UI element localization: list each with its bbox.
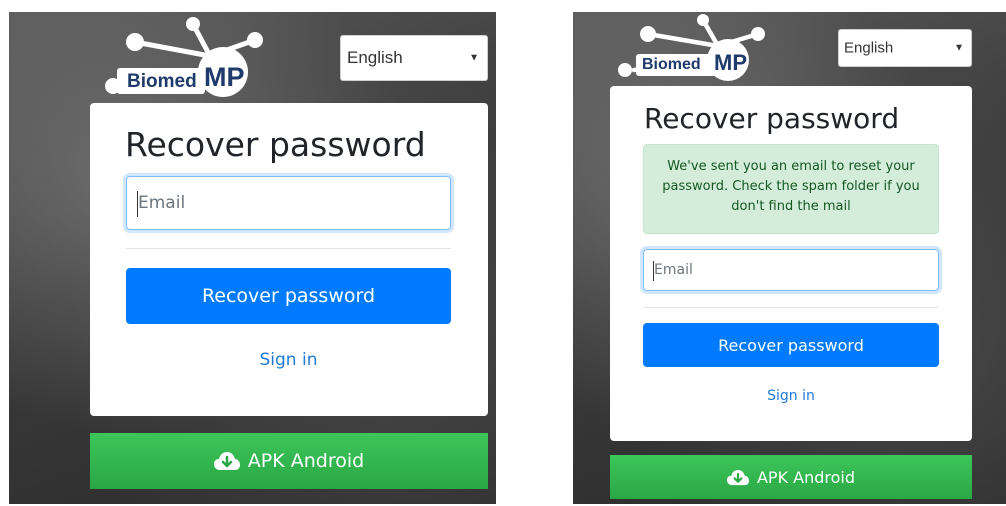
apk-android-button[interactable]: APK Android xyxy=(90,433,488,489)
email-field[interactable] xyxy=(643,249,939,291)
biomed-mp-logo: Biomed MP xyxy=(618,14,768,84)
language-select[interactable]: English ▼ xyxy=(838,29,972,67)
sign-in-link[interactable]: Sign in xyxy=(643,388,939,404)
logo-text-mp: MP xyxy=(714,50,747,75)
cloud-download-icon xyxy=(726,469,749,485)
login-screen-email-sent: Biomed MP English ▼ Recover password We'… xyxy=(573,12,1006,504)
divider xyxy=(643,307,939,308)
divider xyxy=(126,248,451,249)
text-cursor xyxy=(653,261,654,281)
recover-password-card: Recover password We've sent you an email… xyxy=(610,86,972,441)
language-select-value: English xyxy=(844,39,894,57)
sign-in-link[interactable]: Sign in xyxy=(126,350,451,370)
email-input[interactable] xyxy=(127,177,450,229)
recover-password-button[interactable]: Recover password xyxy=(643,323,939,367)
logo-text-biomed: Biomed xyxy=(127,71,197,92)
language-select-value: English xyxy=(347,48,403,67)
email-sent-alert: We've sent you an email to reset your pa… xyxy=(643,144,939,234)
email-input[interactable] xyxy=(644,250,938,290)
recover-password-card: Recover password Recover password Sign i… xyxy=(90,103,488,416)
logo-text-mp: MP xyxy=(204,62,245,92)
caret-down-icon: ▼ xyxy=(469,52,479,64)
page-title: Recover password xyxy=(644,102,900,135)
text-cursor xyxy=(137,191,138,217)
biomed-mp-logo: Biomed MP xyxy=(105,16,265,102)
email-field[interactable] xyxy=(126,176,451,230)
cloud-download-icon xyxy=(213,452,240,470)
page-title: Recover password xyxy=(125,125,426,164)
apk-android-button[interactable]: APK Android xyxy=(610,455,972,499)
apk-android-label: APK Android xyxy=(756,467,856,487)
recover-password-button[interactable]: Recover password xyxy=(126,268,451,324)
apk-android-label: APK Android xyxy=(247,450,365,472)
language-select[interactable]: English ▼ xyxy=(340,35,488,81)
logo-text-biomed: Biomed xyxy=(642,56,701,73)
caret-down-icon: ▼ xyxy=(954,42,964,54)
login-screen-initial: Biomed MP English ▼ Recover password Rec… xyxy=(9,12,496,504)
